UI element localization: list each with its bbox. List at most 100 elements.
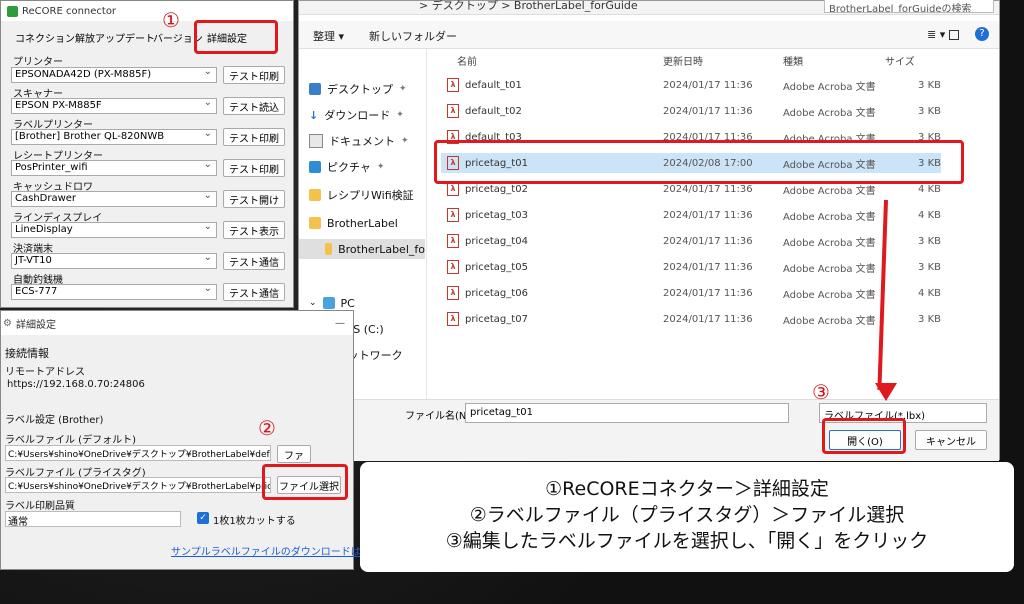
recore-logo-icon: [7, 5, 18, 17]
nav-desktop[interactable]: デスクトップ ✦: [309, 79, 407, 99]
device-test-button[interactable]: テスト通信: [223, 252, 285, 270]
nav-folder-brotherlabel-forguide[interactable]: BrotherLabel_fo: [299, 239, 425, 259]
window-title: 詳細設定: [15, 319, 56, 331]
organize-button[interactable]: 整理 ▾: [313, 28, 344, 44]
file-row[interactable]: λ pricetag_t05 2024/01/17 11:36 Adobe Acrob…: [441, 257, 941, 277]
annotation-three: ③: [812, 380, 830, 404]
filename-label: ファイル名(N):: [405, 411, 474, 422]
pdf-file-icon: λ: [447, 182, 459, 196]
annotation-two: ②: [258, 416, 276, 440]
file-list: 名前 更新日時 種類 サイズ λ default_t01 2024/01/17 11…: [427, 49, 999, 399]
file-row[interactable]: λ default_t01 2024/01/17 11:36 Adobe Acroba…: [441, 75, 941, 95]
column-header-date[interactable]: 更新日時: [663, 53, 703, 68]
pin-icon: ✦: [401, 136, 409, 146]
cancel-button[interactable]: キャンセル: [915, 430, 987, 450]
view-menu-icon[interactable]: ≣ ▾: [927, 28, 945, 41]
pin-icon: ✦: [376, 162, 385, 172]
highlight-selected-file: [434, 140, 964, 184]
device-select[interactable]: ECS-777: [11, 284, 217, 300]
device-select[interactable]: JT-VT10: [11, 253, 217, 269]
device-test-button[interactable]: テスト開け: [223, 190, 285, 208]
nav-downloads[interactable]: ↓ ダウンロード ✦: [309, 105, 404, 125]
address-path[interactable]: > デスクトップ > BrotherLabel_forGuide: [419, 0, 638, 13]
caption-line-3: ③編集したラベルファイルを選択し、「開く」をクリック: [445, 530, 929, 552]
new-folder-button[interactable]: 新しいフォルダー: [369, 28, 457, 44]
instruction-caption: ①ReCOREコネクター＞詳細設定 ②ラベルファイル（プライスタグ）＞ファイル選…: [360, 462, 1014, 572]
pdf-file-icon: λ: [447, 104, 459, 118]
file-row[interactable]: λ pricetag_t03 2024/01/17 11:36 Adobe Acrob…: [441, 205, 941, 225]
device-test-button[interactable]: テスト通信: [223, 283, 285, 301]
window-title: ReCORE connector: [22, 5, 117, 17]
window-titlebar: ReCORE connector: [1, 1, 293, 21]
advanced-settings-window: ⚙ 詳細設定 — 接続情報 リモートアドレス https://192.168.0.7…: [0, 310, 391, 570]
folder-icon: [309, 217, 321, 229]
pdf-file-icon: λ: [447, 208, 459, 222]
settings-icon: ⚙: [3, 317, 12, 329]
nav-folder-wifi[interactable]: レシプリWifi検証: [309, 185, 414, 205]
device-select[interactable]: EPSON PX-M885F: [11, 98, 217, 114]
search-input[interactable]: BrotherLabel_forGuideの検索: [824, 0, 994, 13]
pdf-file-icon: λ: [447, 312, 459, 326]
window-titlebar: ⚙ 詳細設定 —: [1, 311, 353, 335]
pin-icon: ✦: [396, 110, 404, 120]
highlight-advanced-settings: [194, 20, 278, 54]
default-label-file-label: ラベルファイル (デフォルト): [5, 435, 136, 446]
device-select[interactable]: LineDisplay: [11, 222, 217, 238]
folder-icon: [325, 243, 333, 255]
preview-pane-icon[interactable]: [949, 30, 959, 40]
annotation-one: ①: [162, 8, 180, 32]
connection-header: 接続情報: [5, 347, 49, 360]
dialog-toolbar: 整理 ▾ 新しいフォルダー ≣ ▾ ?: [299, 21, 999, 49]
file-row[interactable]: λ pricetag_t07 2024/01/17 11:36 Adobe Acrob…: [441, 309, 941, 329]
label-settings-header: ラベル設定 (Brother): [5, 415, 104, 426]
desktop-icon: [309, 83, 321, 95]
help-icon[interactable]: ?: [975, 27, 989, 41]
document-icon: [309, 134, 323, 148]
highlight-file-select: [262, 464, 348, 500]
pin-icon: ✦: [399, 84, 407, 94]
cut-each-label: 1枚1枚カットする: [213, 516, 296, 527]
print-quality-select[interactable]: 通常: [5, 511, 181, 527]
default-file-select-button[interactable]: ファ: [277, 445, 311, 463]
chevron-down-icon[interactable]: ⌄: [309, 298, 317, 308]
remote-address-value: https://192.168.0.70:24806: [7, 379, 145, 390]
caption-line-1: ①ReCOREコネクター＞詳細設定: [545, 478, 829, 500]
pdf-file-icon: λ: [447, 78, 459, 92]
nav-pictures[interactable]: ピクチャ ✦: [309, 157, 384, 177]
highlight-open-button: [822, 418, 906, 454]
device-test-button[interactable]: テスト印刷: [223, 159, 285, 177]
folder-icon: [309, 189, 321, 201]
picture-icon: [309, 161, 321, 173]
sample-download-link[interactable]: サンプルラベルファイルのダウンロードはこちら: [171, 543, 391, 558]
minimize-icon[interactable]: —: [335, 318, 345, 329]
download-icon: ↓: [309, 109, 319, 122]
device-test-button[interactable]: テスト表示: [223, 221, 285, 239]
pricetag-label-file-input[interactable]: C:¥Users¥shino¥OneDrive¥デスクトップ¥BrotherLa…: [5, 477, 271, 493]
print-quality-label: ラベル印刷品質: [5, 501, 75, 512]
device-test-button[interactable]: テスト読込: [223, 97, 285, 115]
arrow-down-icon: [875, 383, 897, 401]
menu-update[interactable]: アップデート: [95, 30, 155, 45]
column-header-type[interactable]: 種類: [783, 53, 803, 68]
default-label-file-input[interactable]: C:¥Users¥shino¥OneDrive¥デスクトップ¥BrotherLa…: [5, 445, 271, 461]
device-select[interactable]: CashDrawer: [11, 191, 217, 207]
filename-input[interactable]: pricetag_t01: [465, 403, 789, 423]
device-test-button[interactable]: テスト印刷: [223, 66, 285, 84]
menu-release-connection[interactable]: コネクション解放: [15, 30, 95, 45]
address-bar: > デスクトップ > BrotherLabel_forGuide Brother…: [299, 0, 999, 15]
file-row[interactable]: λ default_t02 2024/01/17 11:36 Adobe Acroba…: [441, 101, 941, 121]
device-select[interactable]: PosPrinter_wifi: [11, 160, 217, 176]
remote-address-label: リモートアドレス: [5, 367, 85, 378]
pdf-file-icon: λ: [447, 260, 459, 274]
file-row[interactable]: λ pricetag_t06 2024/01/17 11:36 Adobe Acrob…: [441, 283, 941, 303]
column-header-size[interactable]: サイズ: [885, 53, 915, 68]
device-label: プリンター: [13, 57, 63, 68]
nav-folder-brotherlabel[interactable]: BrotherLabel: [309, 213, 398, 233]
checkbox-checked-icon[interactable]: ✓: [197, 512, 209, 524]
device-select[interactable]: [Brother] Brother QL-820NWB: [11, 129, 217, 145]
device-select[interactable]: EPSONADA42D (PX-M885F): [11, 67, 217, 83]
device-test-button[interactable]: テスト印刷: [223, 128, 285, 146]
column-header-name[interactable]: 名前: [457, 53, 477, 68]
nav-documents[interactable]: ドキュメント ✦: [309, 131, 409, 151]
file-row[interactable]: λ pricetag_t04 2024/01/17 11:36 Adobe Acrob…: [441, 231, 941, 251]
